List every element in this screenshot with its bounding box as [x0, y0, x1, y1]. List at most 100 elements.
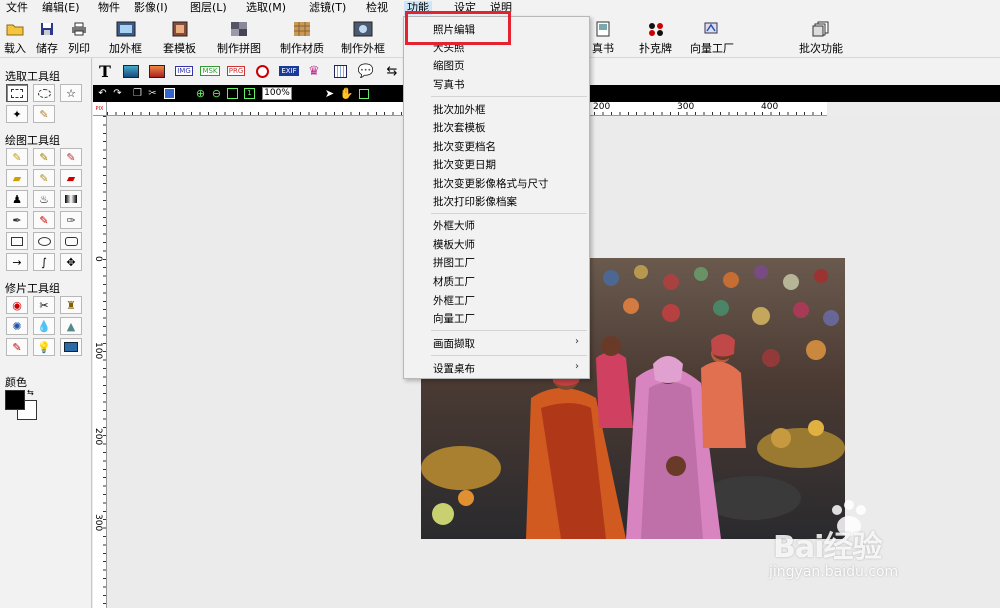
- add-frame-button[interactable]: 加外框: [109, 20, 142, 56]
- menu-edit[interactable]: 编辑(E): [39, 1, 83, 15]
- lasso-select-tool[interactable]: ☆: [60, 84, 82, 102]
- foreground-color-swatch[interactable]: [5, 390, 25, 410]
- menu-item-frame-factory[interactable]: 外框工厂: [433, 293, 475, 308]
- clock-button[interactable]: [253, 63, 271, 79]
- red-eye-tool[interactable]: ◉: [6, 296, 28, 314]
- print-button[interactable]: 列印: [68, 20, 90, 56]
- menu-layer[interactable]: 图层(L): [187, 1, 230, 15]
- actual-size-button[interactable]: 1: [243, 87, 256, 100]
- menu-image[interactable]: 影像(I): [131, 1, 171, 15]
- pencil-tool[interactable]: ✎: [6, 148, 28, 166]
- menu-item-texture-factory[interactable]: 材质工厂: [433, 274, 475, 289]
- red-eraser-tool[interactable]: ▰: [60, 169, 82, 187]
- curve-tool[interactable]: ∫: [33, 253, 55, 271]
- hand-button[interactable]: ✋: [340, 87, 354, 100]
- eraser-tool[interactable]: ▰: [6, 169, 28, 187]
- smudge-tool[interactable]: ✎: [33, 169, 55, 187]
- rounded-rect-tool[interactable]: [60, 232, 82, 250]
- rect-select-icon: [11, 88, 23, 98]
- cake-button[interactable]: ♛: [305, 63, 323, 79]
- load-button[interactable]: 载入: [4, 20, 26, 56]
- menu-item-template-master[interactable]: 模板大师: [433, 237, 475, 252]
- menu-item-batch-format-size[interactable]: 批次变更影像格式与尺寸: [433, 176, 549, 191]
- highlight-tool[interactable]: 💡: [33, 338, 55, 356]
- menu-separator: [431, 330, 587, 331]
- dodge-tool[interactable]: ♜: [60, 296, 82, 314]
- menu-filter[interactable]: 滤镜(T): [306, 1, 349, 15]
- insert-image-button[interactable]: [122, 63, 140, 79]
- text-tool-button[interactable]: T: [96, 61, 114, 81]
- cut-button[interactable]: ✂: [146, 87, 159, 100]
- blur-tool[interactable]: 💧: [33, 317, 55, 335]
- zoom-level-field[interactable]: 100%: [262, 87, 292, 100]
- menu-item-collage-factory[interactable]: 拼图工厂: [433, 255, 475, 270]
- speech-bubble-button[interactable]: 💬: [357, 63, 375, 79]
- copy-button[interactable]: ❐: [131, 87, 144, 100]
- apply-template-button[interactable]: 套模板: [163, 20, 196, 56]
- menu-item-screen-capture[interactable]: 画面撷取: [433, 336, 475, 351]
- menu-item-set-wallpaper[interactable]: 设置桌布: [433, 361, 475, 376]
- arrow-shape-button[interactable]: ⇆: [383, 63, 401, 79]
- msk-button[interactable]: MSK: [200, 63, 220, 79]
- vector-factory-button[interactable]: 向量工厂: [690, 20, 734, 56]
- menu-item-batch-add-frame[interactable]: 批次加外框: [433, 102, 486, 117]
- menu-item-frame-master[interactable]: 外框大师: [433, 218, 475, 233]
- airbrush-tool[interactable]: ✎: [60, 148, 82, 166]
- swap-colors-icon[interactable]: ⇆: [27, 388, 34, 397]
- calendar-button[interactable]: [331, 63, 349, 79]
- pointer-button[interactable]: ➤: [323, 87, 336, 100]
- prg-button[interactable]: PRG: [226, 63, 246, 79]
- arrow-icon: ⇆: [386, 63, 398, 79]
- brush-tool[interactable]: ✎: [33, 148, 55, 166]
- fill-tool[interactable]: ♨: [33, 190, 55, 208]
- img-button[interactable]: IMG: [174, 63, 194, 79]
- rect-select-tool[interactable]: [6, 84, 28, 102]
- rectangle-tool[interactable]: [6, 232, 28, 250]
- blemish-tool[interactable]: ✺: [6, 317, 28, 335]
- menu-item-photo-book[interactable]: 写真书: [433, 77, 465, 92]
- zoom-out-button[interactable]: ⊖: [210, 87, 223, 100]
- menu-item-batch-change-date[interactable]: 批次变更日期: [433, 157, 496, 172]
- magic-wand-tool[interactable]: ✦: [6, 105, 28, 123]
- ellipse-select-tool[interactable]: [33, 84, 55, 102]
- red-pen-tool[interactable]: ✎: [33, 211, 55, 229]
- poker-button[interactable]: 扑克牌: [639, 20, 672, 56]
- menu-select[interactable]: 选取(M): [243, 1, 289, 15]
- zoom-in-button[interactable]: ⊕: [194, 87, 207, 100]
- image-adjust-tool[interactable]: [60, 338, 82, 356]
- save-button[interactable]: 储存: [36, 20, 58, 56]
- menu-item-vector-factory[interactable]: 向量工厂: [433, 311, 475, 326]
- stamp-tool[interactable]: ♟: [6, 190, 28, 208]
- pen-tool[interactable]: ✒: [6, 211, 28, 229]
- menu-item-batch-template[interactable]: 批次套模板: [433, 120, 486, 135]
- make-texture-button[interactable]: 制作材质: [280, 20, 324, 56]
- line-tool[interactable]: →: [6, 253, 28, 271]
- frame-insert-icon: [149, 64, 165, 78]
- select-brush-tool[interactable]: ✎: [33, 105, 55, 123]
- menu-object[interactable]: 物件: [95, 1, 123, 15]
- eyedropper-tool[interactable]: ✑: [60, 211, 82, 229]
- undo-button[interactable]: ↶: [96, 87, 109, 100]
- make-collage-button[interactable]: 制作拼图: [217, 20, 261, 56]
- clone-tool[interactable]: ✂: [33, 296, 55, 314]
- menu-item-batch-rename[interactable]: 批次变更档名: [433, 139, 496, 154]
- menu-view[interactable]: 检视: [363, 1, 391, 15]
- insert-frame-button[interactable]: [148, 63, 166, 79]
- sharpen-tool[interactable]: ▲: [60, 317, 82, 335]
- ellipse-tool[interactable]: [33, 232, 55, 250]
- move-tool[interactable]: ✥: [60, 253, 82, 271]
- exif-button[interactable]: EXIF: [278, 63, 300, 79]
- text-tool-icon: T: [99, 61, 111, 81]
- redo-button[interactable]: ↷: [111, 87, 124, 100]
- grid-button[interactable]: [357, 87, 370, 100]
- color-brush-tool[interactable]: ✎: [6, 338, 28, 356]
- make-frame-button[interactable]: 制作外框: [341, 20, 385, 56]
- batch-function-button[interactable]: 批次功能: [799, 20, 843, 56]
- menu-item-batch-print[interactable]: 批次打印影像档案: [433, 194, 517, 209]
- fit-window-button[interactable]: [226, 87, 239, 100]
- menu-file[interactable]: 文件: [3, 1, 31, 15]
- menu-item-thumbnail-page[interactable]: 缩图页: [433, 58, 465, 73]
- gradient-tool[interactable]: [60, 190, 82, 208]
- photo-book-button[interactable]: 真书: [592, 20, 614, 56]
- select-all-button[interactable]: [163, 87, 176, 100]
